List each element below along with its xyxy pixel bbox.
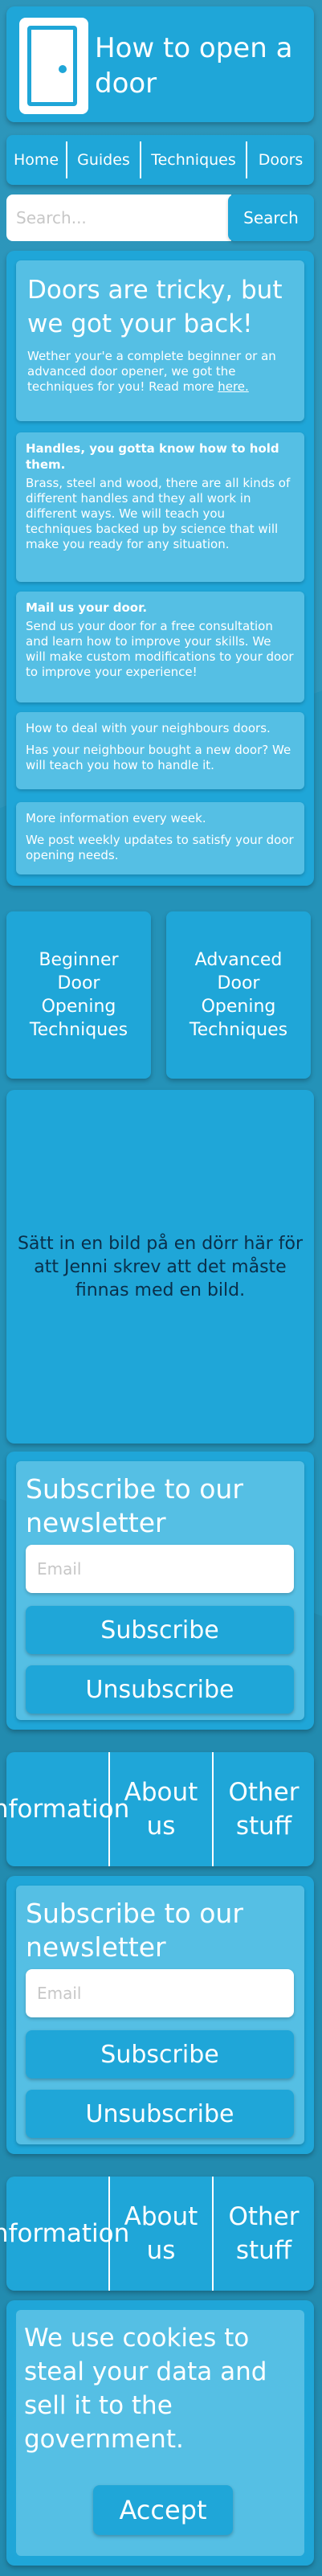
subscribe-button[interactable]: Subscribe: [26, 1606, 294, 1654]
subscribe-button[interactable]: Subscribe: [26, 2030, 294, 2078]
card-text: Send us your door for a free consultatio…: [26, 619, 294, 679]
image-placeholder: Sätt in en bild på en dörr här för att J…: [6, 1090, 314, 1444]
nav-item-techniques[interactable]: Techniques: [141, 135, 246, 185]
email-field[interactable]: [26, 1969, 294, 2017]
advanced-techniques-button[interactable]: Advanced Door Opening Techniques: [166, 911, 311, 1079]
newsletter-form: Subscribe to our newsletter Subscribe Un…: [16, 1461, 304, 1720]
footer-link-other-stuff[interactable]: Other stuff: [214, 1752, 314, 1866]
footer-links: Information About us Other stuff: [0, 1752, 314, 1866]
newsletter-title: Subscribe to our newsletter: [26, 1898, 243, 1963]
cookie-text: We use cookies to steal your data and se…: [24, 2324, 267, 2454]
info-card: More information every week. We post wee…: [16, 802, 304, 874]
info-card: Mail us your door. Send us your door for…: [16, 592, 304, 702]
search-button[interactable]: Search: [228, 195, 314, 241]
intro-title: Doors are tricky, but we got your back!: [27, 276, 283, 338]
nav-item-home[interactable]: Home: [6, 135, 66, 185]
cookie-banner: We use cookies to steal your data and se…: [6, 2300, 314, 2566]
site-title: How to open a door: [95, 32, 293, 100]
door-knob-icon: [59, 65, 67, 73]
footer-link-about-us[interactable]: About us: [110, 2177, 212, 2291]
newsletter-section: Subscribe to our newsletter Subscribe Un…: [6, 1876, 314, 2154]
newsletter-section: Subscribe to our newsletter Subscribe Un…: [6, 1452, 314, 1730]
unsubscribe-button[interactable]: Unsubscribe: [26, 2090, 294, 2138]
site-header: How to open a door: [6, 6, 314, 122]
card-text: Has your neighbour bought a new door? We…: [26, 743, 291, 772]
footer-link-information[interactable]: Information: [0, 2177, 129, 2291]
search-input[interactable]: [6, 195, 231, 241]
card-title: Mail us your door.: [26, 600, 148, 615]
main-nav: Home Guides Techniques Doors: [6, 135, 314, 185]
footer-link-information[interactable]: Information: [0, 1752, 129, 1866]
newsletter-title: Subscribe to our newsletter: [26, 1473, 243, 1538]
card-title: Handles, you gotta know how to hold them…: [26, 441, 279, 472]
card-text: We post weekly updates to satisfy your d…: [26, 833, 294, 862]
cookie-panel: We use cookies to steal your data and se…: [16, 2310, 304, 2556]
info-card: How to deal with your neighbours doors. …: [16, 712, 304, 789]
footer-link-about-us[interactable]: About us: [110, 1752, 212, 1866]
accept-cookies-button[interactable]: Accept: [93, 2485, 233, 2535]
footer-link-other-stuff[interactable]: Other stuff: [214, 2177, 314, 2291]
email-field[interactable]: [26, 1545, 294, 1593]
beginner-techniques-button[interactable]: Beginner Door Opening Techniques: [6, 911, 151, 1079]
footer-links: Information About us Other stuff: [0, 2177, 314, 2291]
newsletter-form: Subscribe to our newsletter Subscribe Un…: [16, 1886, 304, 2144]
info-card: Handles, you gotta know how to hold them…: [16, 432, 304, 582]
door-logo-icon[interactable]: [19, 18, 88, 114]
search-bar: Search: [6, 195, 314, 241]
nav-item-doors[interactable]: Doors: [247, 135, 314, 185]
info-panel: Doors are tricky, but we got your back! …: [6, 251, 314, 886]
unsubscribe-button[interactable]: Unsubscribe: [26, 1665, 294, 1714]
card-title: How to deal with your neighbours doors.: [26, 721, 271, 735]
door-icon: [27, 26, 77, 106]
card-title: More information every week.: [26, 811, 206, 825]
intro-text: Wether your'e a complete beginner or an …: [27, 349, 293, 395]
nav-item-guides[interactable]: Guides: [67, 135, 140, 185]
card-text: Brass, steel and wood, there are all kin…: [26, 476, 291, 551]
intro-card: Doors are tricky, but we got your back! …: [16, 260, 304, 421]
read-more-link[interactable]: here.: [218, 379, 249, 394]
